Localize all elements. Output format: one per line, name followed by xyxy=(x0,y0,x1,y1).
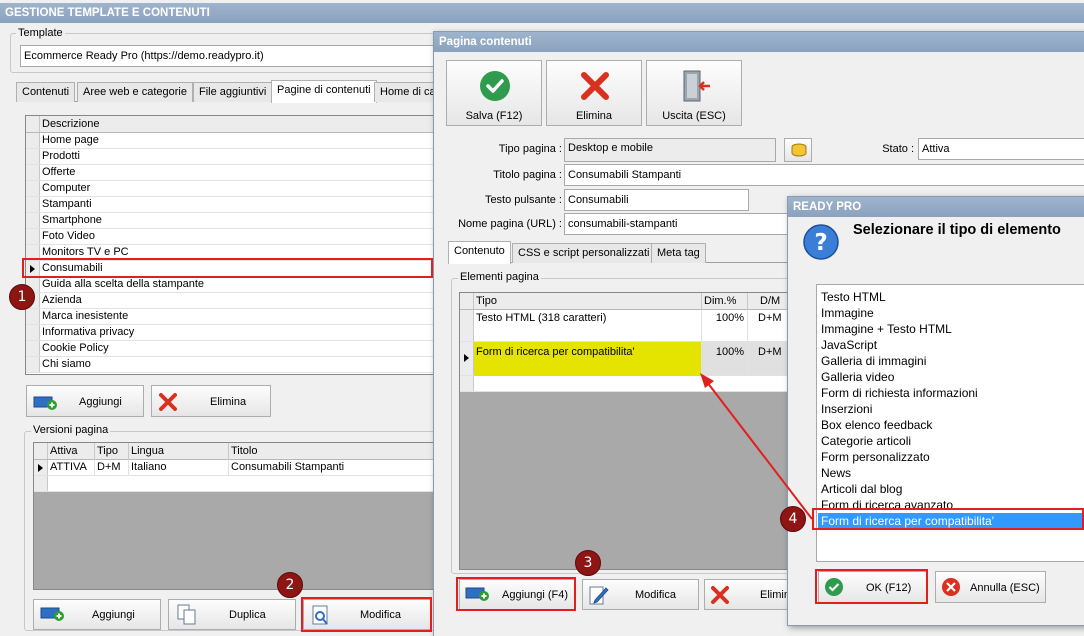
step-badge-4: 4 xyxy=(780,506,806,532)
step-badge-1: 1 xyxy=(9,284,35,310)
annotation-arrow xyxy=(700,373,813,520)
step-badge-2: 2 xyxy=(277,572,303,598)
step-badge-3: 3 xyxy=(575,550,601,576)
